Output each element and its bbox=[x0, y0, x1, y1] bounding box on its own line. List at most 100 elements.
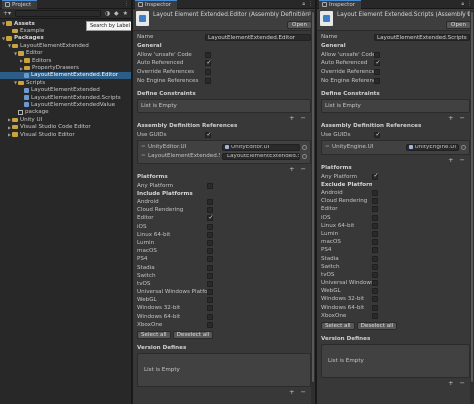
platform-checkbox[interactable] bbox=[372, 304, 378, 311]
drag-handle-icon[interactable]: = bbox=[141, 144, 146, 150]
search-by-label-icon[interactable]: ◆ bbox=[114, 10, 119, 17]
general-option-checkbox[interactable] bbox=[205, 51, 211, 58]
platform-checkbox[interactable] bbox=[372, 280, 378, 287]
general-option-checkbox[interactable] bbox=[374, 59, 381, 67]
platform-checkbox[interactable] bbox=[372, 230, 378, 237]
platform-checkbox[interactable] bbox=[372, 263, 378, 270]
any-platform-checkbox[interactable] bbox=[207, 182, 213, 189]
use-guids-checkbox[interactable] bbox=[374, 131, 381, 139]
tree-item[interactable]: ▶ Unity UI bbox=[0, 116, 131, 123]
reference-object-field[interactable]: UnityEditor.UI bbox=[222, 143, 300, 151]
kebab-menu-icon[interactable]: ⋮ bbox=[124, 1, 129, 7]
platform-checkbox[interactable] bbox=[207, 272, 213, 279]
platform-checkbox[interactable] bbox=[207, 321, 213, 328]
add-icon[interactable]: +▾ bbox=[3, 10, 11, 17]
remove-item-button[interactable]: − bbox=[301, 165, 306, 173]
platform-checkbox[interactable] bbox=[372, 288, 378, 295]
platform-checkbox[interactable] bbox=[207, 199, 213, 206]
platform-checkbox[interactable] bbox=[207, 264, 213, 271]
platform-checkbox[interactable] bbox=[372, 312, 378, 319]
favorite-icon[interactable]: ★ bbox=[123, 10, 128, 17]
open-button[interactable]: Open bbox=[287, 21, 312, 29]
search-by-type-icon[interactable]: ◑ bbox=[105, 10, 110, 17]
add-item-button[interactable]: + bbox=[289, 388, 294, 396]
tree-item[interactable]: ▼ LayoutElementExtended bbox=[0, 42, 131, 49]
tree-item[interactable]: ▶ Visual Studio Code Editor bbox=[0, 123, 131, 130]
kebab-menu-icon[interactable]: ⋮ bbox=[467, 1, 472, 7]
general-option-checkbox[interactable] bbox=[374, 51, 380, 58]
platform-checkbox[interactable] bbox=[207, 297, 213, 304]
platform-checkbox[interactable] bbox=[207, 313, 213, 320]
platform-checkbox[interactable] bbox=[372, 255, 378, 262]
object-picker-icon[interactable] bbox=[302, 153, 307, 159]
lock-icon[interactable]: 🔒︎ bbox=[461, 1, 464, 7]
add-item-button[interactable]: + bbox=[289, 165, 294, 173]
platform-checkbox[interactable] bbox=[372, 239, 378, 246]
any-platform-checkbox[interactable] bbox=[372, 172, 379, 180]
select-all-button[interactable]: Select all bbox=[137, 330, 171, 339]
reference-object-field[interactable]: LayoutElementExtended.Scripts bbox=[222, 152, 300, 160]
platform-checkbox[interactable] bbox=[207, 223, 213, 230]
tree-item[interactable]: ▼ Editor bbox=[0, 50, 131, 57]
platform-checkbox[interactable] bbox=[207, 256, 213, 263]
platform-checkbox[interactable] bbox=[372, 198, 378, 205]
remove-item-button[interactable]: − bbox=[460, 379, 465, 387]
tree-item[interactable]: LayoutElementExtended bbox=[0, 87, 131, 94]
tree-item[interactable]: package bbox=[0, 109, 131, 116]
tree-item[interactable]: ▼ Scripts bbox=[0, 79, 131, 86]
platform-checkbox[interactable] bbox=[207, 280, 213, 287]
general-option-checkbox[interactable] bbox=[205, 77, 211, 84]
project-tab[interactable]: Project bbox=[2, 0, 38, 9]
add-item-button[interactable]: + bbox=[448, 156, 453, 164]
object-picker-icon[interactable] bbox=[302, 144, 307, 150]
tree-item[interactable]: ▶ Visual Studio Editor bbox=[0, 131, 131, 138]
remove-item-button[interactable]: − bbox=[460, 114, 465, 122]
general-option-checkbox[interactable] bbox=[205, 59, 212, 67]
general-option-checkbox[interactable] bbox=[205, 69, 211, 76]
platform-checkbox[interactable] bbox=[372, 206, 378, 213]
add-item-button[interactable]: + bbox=[448, 114, 453, 122]
platform-checkbox[interactable] bbox=[372, 247, 378, 254]
drag-handle-icon[interactable]: = bbox=[141, 153, 146, 159]
tree-item[interactable]: LayoutElementExtended.Scripts bbox=[0, 94, 131, 101]
platform-checkbox[interactable] bbox=[207, 207, 213, 214]
platform-checkbox[interactable] bbox=[207, 305, 213, 312]
tree-item[interactable]: ▶ Editors bbox=[0, 57, 131, 64]
kebab-menu-icon[interactable]: ⋮ bbox=[308, 1, 313, 7]
platform-checkbox[interactable] bbox=[372, 222, 378, 229]
project-search-input[interactable] bbox=[15, 10, 101, 17]
platform-checkbox[interactable] bbox=[372, 190, 378, 197]
platform-checkbox[interactable] bbox=[372, 214, 378, 221]
tree-item[interactable]: ▶ PropertyDrawers bbox=[0, 64, 131, 71]
general-option-checkbox[interactable] bbox=[374, 69, 380, 76]
reference-object-field[interactable]: UnityEngine.UI bbox=[406, 143, 459, 151]
help-icon[interactable]: ? bbox=[461, 11, 464, 17]
platform-checkbox[interactable] bbox=[207, 231, 213, 238]
inspector-tab[interactable]: Inspector bbox=[135, 0, 178, 9]
tree-item[interactable]: ▼ Packages bbox=[0, 35, 131, 42]
inspector-scrollbar[interactable] bbox=[470, 10, 474, 404]
name-input[interactable]: LayoutElementExtended.Scripts bbox=[374, 33, 470, 41]
platform-checkbox[interactable] bbox=[207, 289, 213, 296]
platform-checkbox[interactable] bbox=[372, 271, 378, 278]
deselect-all-button[interactable]: Deselect all bbox=[356, 321, 398, 330]
platform-checkbox[interactable] bbox=[207, 248, 213, 255]
remove-item-button[interactable]: − bbox=[301, 388, 306, 396]
inspector-tab[interactable]: Inspector bbox=[319, 0, 362, 9]
deselect-all-button[interactable]: Deselect all bbox=[172, 330, 214, 339]
tree-item[interactable]: LayoutElementExtended.Editor bbox=[0, 71, 131, 80]
help-icon[interactable]: ? bbox=[302, 11, 305, 17]
open-button[interactable]: Open bbox=[446, 21, 471, 29]
drag-handle-icon[interactable]: = bbox=[325, 144, 330, 150]
name-input[interactable]: LayoutElementExtended.Editor bbox=[205, 33, 311, 41]
add-item-button[interactable]: + bbox=[448, 379, 453, 387]
remove-item-button[interactable]: − bbox=[460, 156, 465, 164]
use-guids-checkbox[interactable] bbox=[205, 131, 212, 139]
platform-checkbox[interactable] bbox=[372, 296, 378, 303]
tree-item[interactable]: LayoutElementExtendedValue bbox=[0, 101, 131, 108]
add-item-button[interactable]: + bbox=[289, 114, 294, 122]
object-picker-icon[interactable] bbox=[461, 144, 466, 150]
platform-checkbox[interactable] bbox=[207, 214, 214, 222]
select-all-button[interactable]: Select all bbox=[321, 321, 355, 330]
lock-icon[interactable]: 🔒︎ bbox=[302, 1, 305, 7]
